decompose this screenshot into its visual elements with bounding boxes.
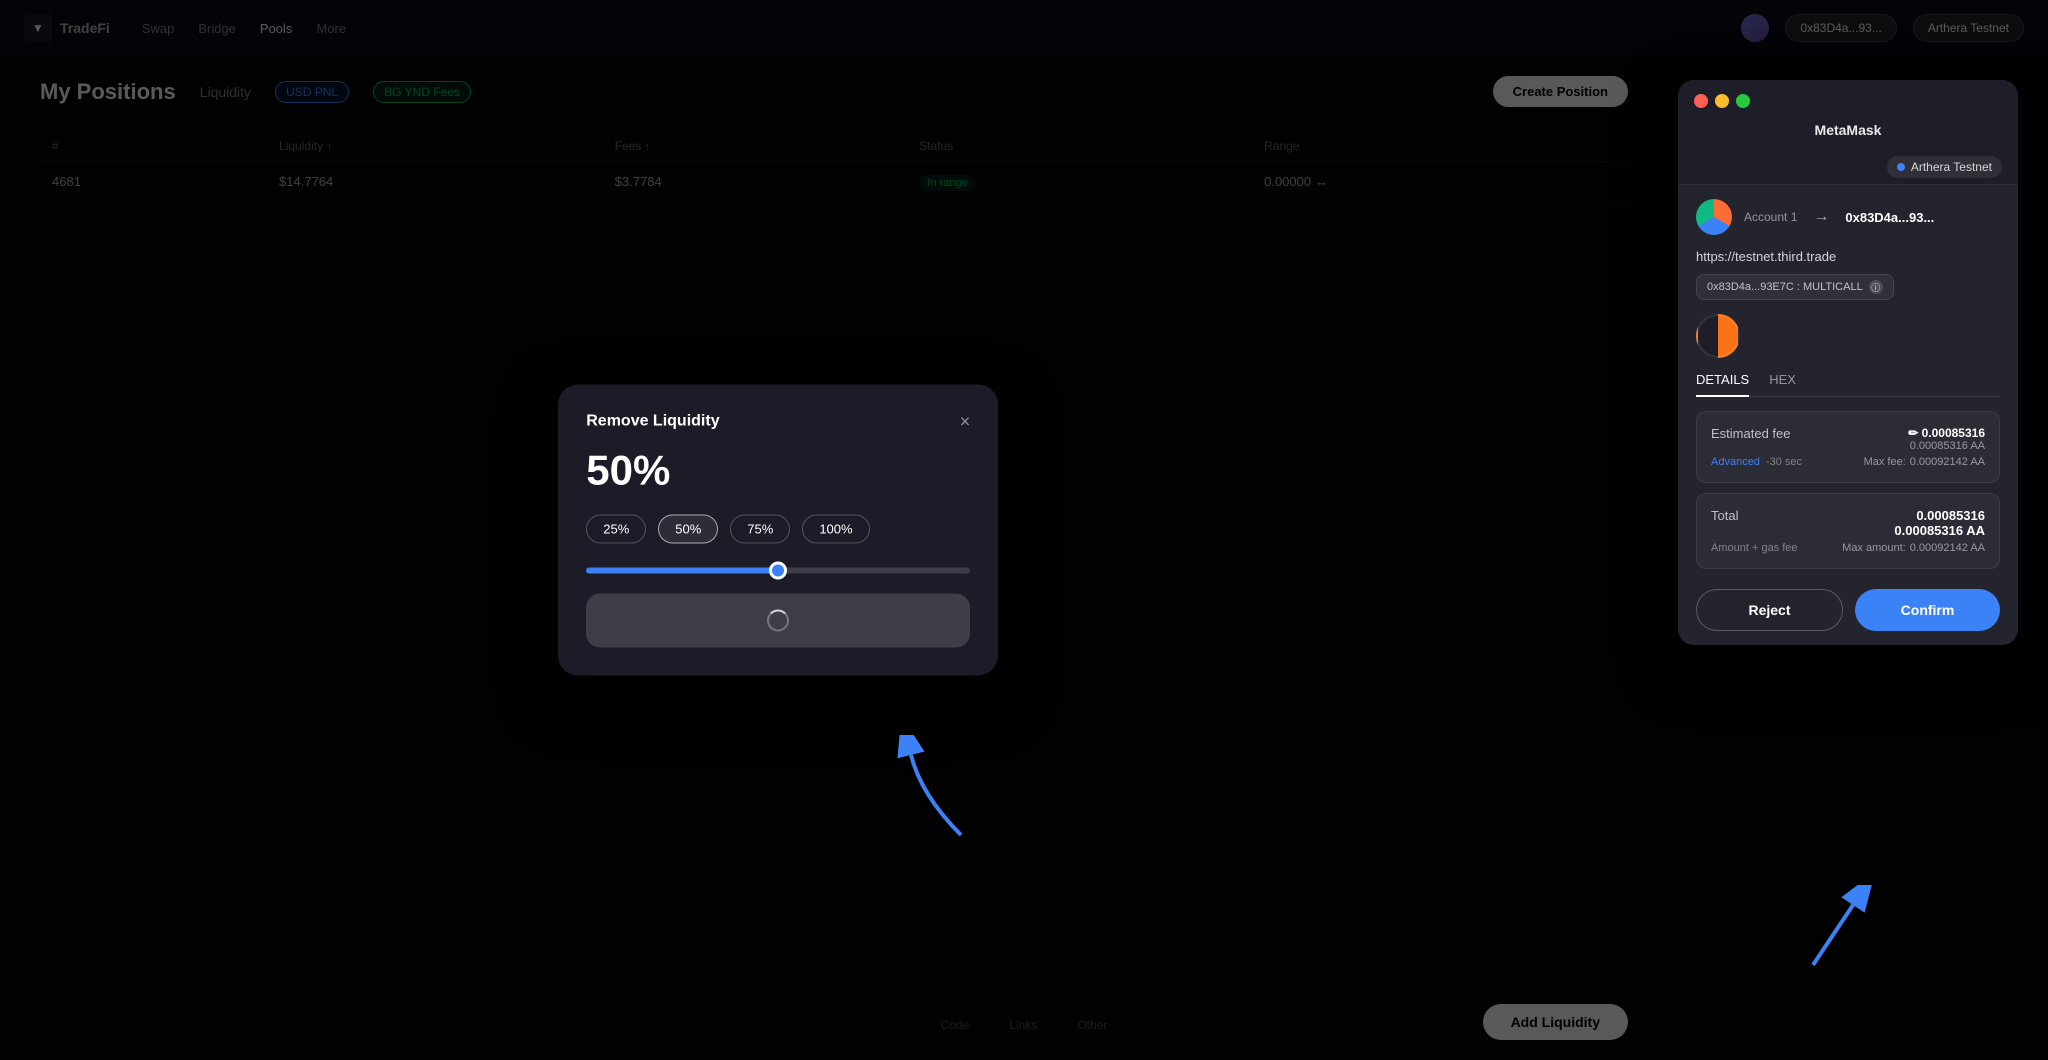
- modal-header: Remove Liquidity ×: [586, 413, 970, 431]
- mm-contract-badge: 0x83D4a...93E7C : MULTICALL ⓘ: [1696, 274, 1894, 300]
- mm-fee-aa: 0.00085316 AA: [1908, 440, 1985, 452]
- mm-max-fee-label: Max fee:: [1864, 456, 1906, 468]
- mm-fee-eth: ✏ 0.00085316: [1908, 426, 1985, 440]
- mm-network-dot: [1897, 163, 1905, 171]
- pct-25-button[interactable]: 25%: [586, 515, 646, 544]
- confirm-remove-button[interactable]: [586, 594, 970, 648]
- confirm-button[interactable]: Confirm: [1855, 589, 2000, 631]
- mm-close-dot[interactable]: [1694, 94, 1708, 108]
- mm-arrow-icon: →: [1813, 208, 1829, 226]
- mm-total-eth: 0.00085316: [1894, 508, 1985, 523]
- mm-account-icon: [1696, 199, 1732, 235]
- mm-minimize-dot[interactable]: [1715, 94, 1729, 108]
- mm-network-label: Arthera Testnet: [1911, 160, 1992, 174]
- mm-max-fee-value: 0.00092142 AA: [1910, 456, 1985, 468]
- mm-total-row: Total 0.00085316 0.00085316 AA: [1711, 508, 1985, 538]
- slider-fill: [586, 568, 778, 574]
- mm-title: MetaMask: [1678, 118, 2018, 150]
- mm-action-row: Reject Confirm: [1696, 589, 2000, 631]
- liquidity-slider[interactable]: [586, 568, 970, 574]
- mm-fee-box: Estimated fee ✏ 0.00085316 0.00085316 AA…: [1696, 411, 2000, 483]
- mm-total-sub: Amount + gas fee Max amount: 0.00092142 …: [1711, 542, 1985, 554]
- modal-close-button[interactable]: ×: [960, 413, 971, 431]
- mm-account-row: Account 1 → 0x83D4a...93...: [1696, 199, 2000, 235]
- pct-75-button[interactable]: 75%: [730, 515, 790, 544]
- modal-title: Remove Liquidity: [586, 413, 719, 431]
- mm-pie-chart-icon: [1696, 314, 1740, 358]
- mm-maximize-dot[interactable]: [1736, 94, 1750, 108]
- mm-fee-value: ✏ 0.00085316 0.00085316 AA: [1908, 426, 1985, 452]
- mm-info-icon[interactable]: ⓘ: [1869, 280, 1883, 294]
- mm-amount-gas-label: Amount + gas fee: [1711, 542, 1798, 554]
- percent-display: 50%: [586, 447, 970, 495]
- mm-body: Account 1 → 0x83D4a...93... https://test…: [1678, 185, 2018, 645]
- slider-track: [586, 568, 970, 574]
- metamask-popup: MetaMask Arthera Testnet Account 1 → 0x8…: [1678, 80, 2018, 645]
- mm-total-box: Total 0.00085316 0.00085316 AA Amount + …: [1696, 493, 2000, 569]
- mm-estimated-fee-label: Estimated fee: [1711, 426, 1791, 441]
- mm-total-aa: 0.00085316 AA: [1894, 523, 1985, 538]
- pct-100-button[interactable]: 100%: [802, 515, 869, 544]
- mm-advanced-label[interactable]: Advanced: [1711, 456, 1760, 468]
- pct-50-button[interactable]: 50%: [658, 515, 718, 544]
- percent-buttons: 25% 50% 75% 100%: [586, 515, 970, 544]
- mm-fee-row: Estimated fee ✏ 0.00085316 0.00085316 AA: [1711, 426, 1985, 452]
- mm-tab-details[interactable]: DETAILS: [1696, 372, 1749, 397]
- mm-max-amount-label: Max amount:: [1842, 542, 1906, 554]
- mm-url: https://testnet.third.trade: [1696, 249, 2000, 264]
- mm-total-value-block: 0.00085316 0.00085316 AA: [1894, 508, 1985, 538]
- remove-liquidity-modal: Remove Liquidity × 50% 25% 50% 75% 100%: [558, 385, 998, 676]
- mm-tabs: DETAILS HEX: [1696, 372, 2000, 397]
- mm-contract-text: 0x83D4a...93E7C : MULTICALL: [1707, 281, 1863, 293]
- slider-thumb[interactable]: [769, 562, 787, 580]
- mm-account-name: Account 1: [1744, 210, 1797, 224]
- mm-max-amount-value: 0.00092142 AA: [1910, 542, 1985, 554]
- mm-address: 0x83D4a...93...: [1845, 210, 1934, 225]
- mm-fee-sub: Advanced -30 sec Max fee: 0.00092142 AA: [1711, 456, 1985, 468]
- mm-network-bar: Arthera Testnet: [1678, 150, 2018, 185]
- mm-advanced-time: -30 sec: [1766, 456, 1802, 468]
- mm-network-badge[interactable]: Arthera Testnet: [1887, 156, 2002, 178]
- loading-spinner: [767, 610, 789, 632]
- mm-traffic-lights: [1678, 80, 2018, 118]
- reject-button[interactable]: Reject: [1696, 589, 1843, 631]
- mm-tab-hex[interactable]: HEX: [1769, 372, 1796, 396]
- mm-total-label: Total: [1711, 508, 1738, 523]
